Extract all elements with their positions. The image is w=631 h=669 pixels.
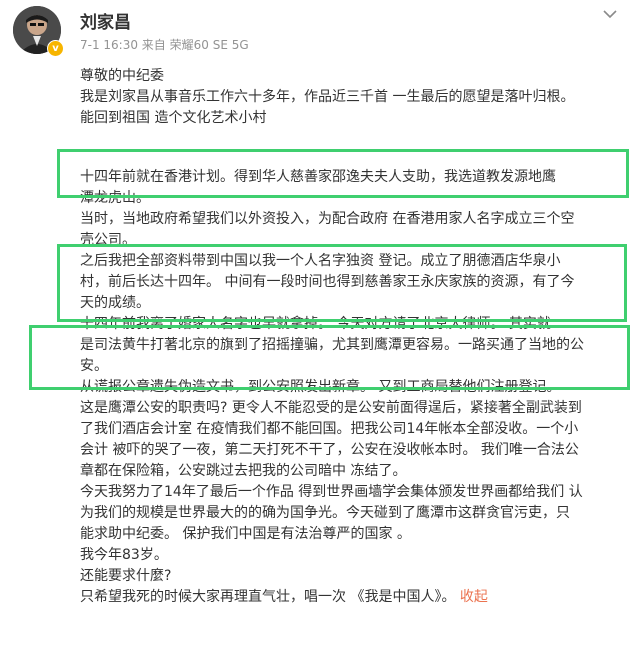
post-line: 能求助中纪委。 保护我们中国是有法治尊严的国家 。 xyxy=(80,526,411,542)
post-line: 尊敬的中纪委 xyxy=(80,68,164,84)
collapse-link[interactable]: 收起 xyxy=(460,589,488,605)
post-line: 壳公司。 xyxy=(80,232,136,248)
post-line: 安。 xyxy=(80,358,108,374)
post-body: 尊敬的中纪委 我是刘家昌从事音乐工作六十多年，作品近三千首 一生最后的愿望是落叶… xyxy=(80,66,628,608)
post-line-last: 只希望我死的时候大家再理直气壮，唱一次 《我是中国人》。 收起 xyxy=(80,587,628,608)
post-line: 这是鹰潭公安的职责吗? 更令人不能忍受的是公安前面得逞后，紧接著全副武装到 xyxy=(80,400,582,416)
post-line: 十四年前就在香港计划。得到华人慈善家邵逸夫夫人支助，我选道教发源地鹰 xyxy=(80,169,556,185)
post-line: 会计 被吓的哭了一夜，第二天打死不干了，公安在没收帐本时。 我们唯一合法公 xyxy=(80,442,579,458)
post-line: 十四年前我离了婚家人名字也早就拿掉。 今天对方请了北京大律师。 其实就 xyxy=(80,316,551,332)
post-line: 章都在保险箱，公安跳过去把我的公司暗中 冻结了。 xyxy=(80,463,407,479)
verified-badge-icon: v xyxy=(47,40,64,57)
post-line: 我今年83岁。 xyxy=(80,547,168,563)
post-line: 从谎报公章遗失伪造文书，到公安照发出新章。 又到工商局替他们注册登记。 xyxy=(80,379,561,395)
post-line: 是司法黄牛打著北京的旗到了招摇撞骗，尤其到鹰潭更容易。一路买通了当地的公 xyxy=(80,337,584,353)
post-line: 我是刘家昌从事音乐工作六十多年，作品近三千首 一生最后的愿望是落叶归根。 xyxy=(80,89,575,105)
post-line: 了我们酒店会计室 在疫情我们都不能回国。把我公司14年帐本全部没收。一个小 xyxy=(80,421,579,437)
chevron-down-icon[interactable] xyxy=(600,6,620,22)
author-name[interactable]: 刘家昌 xyxy=(80,8,131,33)
post-line: 村，前后长达十四年。 中间有一段时间也得到慈善家王永庆家族的资源，有了今 xyxy=(80,274,575,290)
post-line: 还能要求什麼? xyxy=(80,568,172,584)
post-line: 之后我把全部资料带到中国以我一个人名字独资 登记。成立了朋德酒店华泉小 xyxy=(80,253,561,269)
post-line: 天的成绩。 xyxy=(80,295,150,311)
post-line: 当时，当地政府希望我们以外资投入，为配合政府 在香港用家人名字成立三个空 xyxy=(80,211,575,227)
post-line-text: 只希望我死的时候大家再理直气壮，唱一次 《我是中国人》。 xyxy=(80,589,456,605)
post-line: 潭龙虎山。 xyxy=(80,190,150,206)
post-line: 为我们的规模是世界最大的的确为国争光。今天碰到了鹰潭市这群贪官污吏，只 xyxy=(80,505,570,521)
post-line: 能回到祖国 造个文化艺术小村 xyxy=(80,110,267,126)
post-meta: 7-1 16:30 来自 荣耀60 SE 5G xyxy=(80,38,249,52)
post-line: 今天我努力了14年了最后一个作品 得到世界画墙学会集体颁发世界画都给我们 认 xyxy=(80,484,583,500)
